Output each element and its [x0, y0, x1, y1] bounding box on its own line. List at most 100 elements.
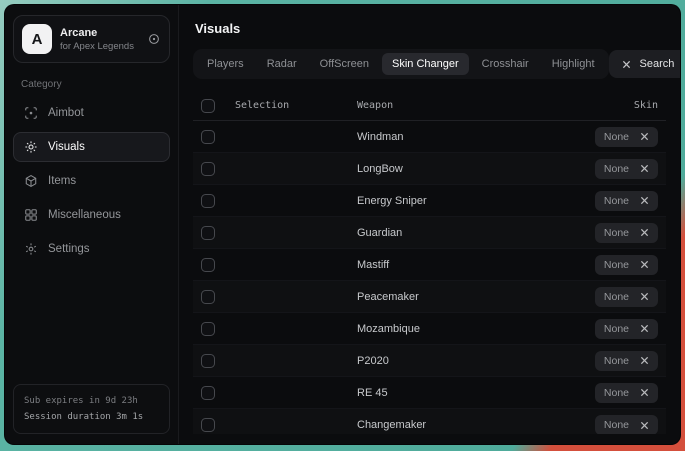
row-checkbox[interactable]	[201, 162, 215, 176]
tab-players[interactable]: Players	[197, 53, 254, 75]
tab-highlight[interactable]: Highlight	[542, 53, 605, 75]
sidebar-item-label: Aimbot	[48, 107, 84, 119]
toolbar: PlayersRadarOffScreenSkin ChangerCrossha…	[193, 49, 666, 79]
row-checkbox[interactable]	[201, 322, 215, 336]
table-row: Windman None	[193, 121, 666, 153]
clear-skin-icon[interactable]	[640, 228, 649, 237]
target-icon[interactable]	[147, 32, 161, 46]
main-panel: Visuals PlayersRadarOffScreenSkin Change…	[179, 5, 680, 444]
table-row: LongBow None	[193, 153, 666, 185]
row-checkbox[interactable]	[201, 354, 215, 368]
weapon-name: Guardian	[357, 227, 558, 239]
weapon-name: RE 45	[357, 387, 558, 399]
desktop-wallpaper: A Arcane for Apex Legends Category Aimbo…	[0, 0, 685, 451]
sidebar-item-miscellaneous[interactable]: Miscellaneous	[13, 200, 170, 230]
select-all-checkbox[interactable]	[201, 99, 215, 113]
skin-select[interactable]: None	[595, 287, 658, 307]
app-subtitle: for Apex Legends	[60, 41, 134, 52]
row-checkbox[interactable]	[201, 386, 215, 400]
sidebar-nav: Aimbot Visuals Items Miscellaneous Settings	[13, 96, 170, 266]
table-body: WindmanNoneLongBowNoneEnergy SniperNoneG…	[193, 121, 666, 434]
skin-value: None	[604, 227, 629, 239]
clear-skin-icon[interactable]	[640, 260, 649, 269]
table-row: MozambiqueNone	[193, 313, 666, 345]
clear-skin-icon[interactable]	[640, 421, 649, 430]
sub-expiry-text: Sub expires in 9d 23h	[24, 393, 159, 409]
column-header-weapon: Weapon	[357, 100, 558, 111]
row-checkbox[interactable]	[201, 258, 215, 272]
table-row: P2020 None	[193, 345, 666, 377]
app-logo: A	[22, 24, 52, 54]
tab-bar: PlayersRadarOffScreenSkin ChangerCrossha…	[193, 49, 609, 79]
weapon-name: Windman	[357, 131, 558, 143]
skin-value: None	[604, 355, 629, 367]
tab-radar[interactable]: Radar	[257, 53, 307, 75]
skin-select[interactable]: None	[595, 255, 658, 275]
table-row: Energy Sniper None	[193, 185, 666, 217]
row-checkbox[interactable]	[201, 130, 215, 144]
sidebar-item-items[interactable]: Items	[13, 166, 170, 196]
sidebar-item-label: Items	[48, 175, 76, 187]
clear-skin-icon[interactable]	[640, 356, 649, 365]
sidebar-item-visuals[interactable]: Visuals	[13, 132, 170, 162]
search-button[interactable]: Search	[609, 50, 681, 78]
app-name: Arcane	[60, 27, 134, 39]
clear-skin-icon[interactable]	[640, 196, 649, 205]
skin-select[interactable]: None	[595, 191, 658, 211]
skin-value: None	[604, 163, 629, 175]
settings-gear-icon	[24, 242, 38, 256]
row-checkbox[interactable]	[201, 290, 215, 304]
skin-select[interactable]: None	[595, 159, 658, 179]
skin-value: None	[604, 387, 629, 399]
app-window: A Arcane for Apex Legends Category Aimbo…	[4, 4, 681, 445]
weapon-name: Energy Sniper	[357, 195, 558, 207]
misc-grid-icon	[24, 208, 38, 222]
table-row: Peacemaker None	[193, 281, 666, 313]
sidebar: A Arcane for Apex Legends Category Aimbo…	[5, 5, 179, 444]
tab-offscreen[interactable]: OffScreen	[310, 53, 379, 75]
skin-value: None	[604, 259, 629, 271]
clear-skin-icon[interactable]	[640, 292, 649, 301]
skin-select[interactable]: None	[595, 351, 658, 371]
skin-select[interactable]: None	[595, 127, 658, 147]
sidebar-item-aimbot[interactable]: Aimbot	[13, 98, 170, 128]
table-row: RE 45 None	[193, 377, 666, 409]
category-label: Category	[21, 79, 162, 90]
visuals-eye-icon	[24, 140, 38, 154]
column-header-skin: Skin	[558, 100, 658, 111]
skin-select[interactable]: None	[595, 415, 658, 434]
items-cube-icon	[24, 174, 38, 188]
row-checkbox[interactable]	[201, 418, 215, 432]
skin-table: Selection Weapon Skin WindmanNoneLongBow…	[193, 91, 666, 434]
clear-skin-icon[interactable]	[640, 164, 649, 173]
row-checkbox[interactable]	[201, 226, 215, 240]
skin-value: None	[604, 131, 629, 143]
sidebar-item-settings[interactable]: Settings	[13, 234, 170, 264]
tab-skin-changer[interactable]: Skin Changer	[382, 53, 469, 75]
weapon-name: Changemaker	[357, 419, 558, 431]
sidebar-item-label: Visuals	[48, 141, 85, 153]
skin-value: None	[604, 323, 629, 335]
sidebar-item-label: Settings	[48, 243, 90, 255]
clear-skin-icon[interactable]	[640, 324, 649, 333]
weapon-name: P2020	[357, 355, 558, 367]
app-card: A Arcane for Apex Legends	[13, 15, 170, 63]
skin-select[interactable]: None	[595, 319, 658, 339]
tab-crosshair[interactable]: Crosshair	[472, 53, 539, 75]
search-button-label: Search	[640, 58, 675, 70]
weapon-name: Peacemaker	[357, 291, 558, 303]
sidebar-item-label: Miscellaneous	[48, 209, 121, 221]
skin-value: None	[604, 195, 629, 207]
x-icon	[622, 60, 631, 69]
row-checkbox[interactable]	[201, 194, 215, 208]
skin-select[interactable]: None	[595, 383, 658, 403]
skin-value: None	[604, 291, 629, 303]
session-duration-text: Session duration 3m 1s	[24, 409, 159, 425]
clear-skin-icon[interactable]	[640, 132, 649, 141]
table-header-row: Selection Weapon Skin	[193, 91, 666, 121]
clear-skin-icon[interactable]	[640, 388, 649, 397]
table-row: Changemaker None	[193, 409, 666, 434]
table-row: Guardian None	[193, 217, 666, 249]
skin-select[interactable]: None	[595, 223, 658, 243]
weapon-name: LongBow	[357, 163, 558, 175]
